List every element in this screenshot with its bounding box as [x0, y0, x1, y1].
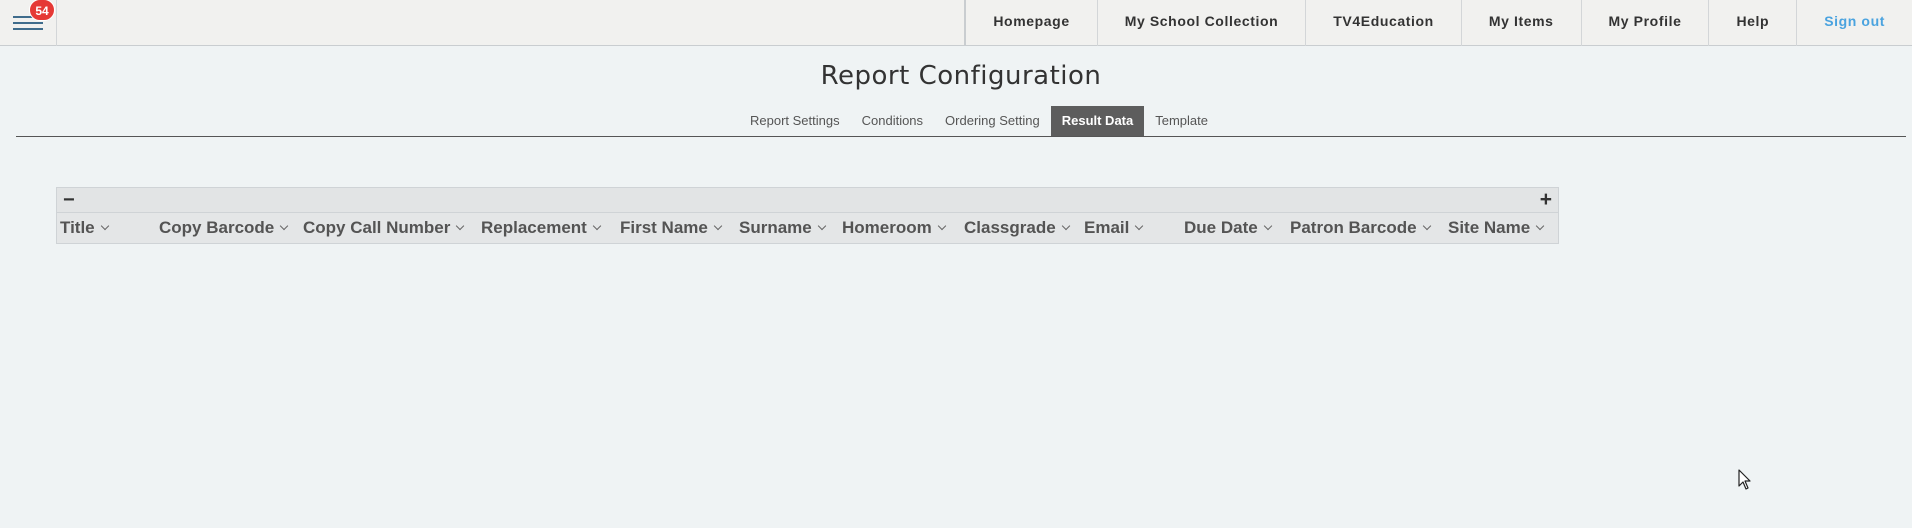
column-label: Title [60, 218, 95, 237]
chevron-down-icon [1263, 221, 1272, 231]
nav-tv4education[interactable]: TV4Education [1305, 0, 1461, 46]
column-header-copy-call-number[interactable]: Copy Call Number [303, 213, 465, 243]
column-label: Replacement [481, 218, 587, 237]
column-label: Copy Call Number [303, 218, 451, 237]
menu-button[interactable]: 54 [0, 0, 57, 46]
nav-homepage[interactable]: Homepage [966, 0, 1096, 46]
tab-conditions[interactable]: Conditions [851, 106, 934, 136]
chevron-down-icon [1061, 221, 1070, 231]
tab-result-data[interactable]: Result Data [1050, 106, 1145, 136]
chevron-down-icon [713, 221, 723, 231]
column-header-surname[interactable]: Surname [739, 213, 826, 243]
column-label: Surname [739, 218, 812, 237]
tab-template[interactable]: Template [1144, 106, 1219, 136]
chevron-down-icon [1535, 221, 1545, 231]
tab-bar: Report Settings Conditions Ordering Sett… [16, 106, 1906, 137]
nav-help[interactable]: Help [1708, 0, 1796, 46]
column-header-replacement[interactable]: Replacement [481, 213, 602, 243]
top-bar: 54 Homepage My School Collection TV4Educ… [0, 0, 1912, 46]
grid-header-row: Title Copy Barcode Copy Call Number Repl… [57, 213, 1558, 243]
column-header-patron-barcode[interactable]: Patron Barcode [1290, 213, 1431, 243]
chevron-down-icon [1135, 221, 1144, 231]
tab-ordering-setting[interactable]: Ordering Setting [934, 106, 1051, 136]
column-header-site-name[interactable]: Site Name [1448, 213, 1545, 243]
column-header-first-name[interactable]: First Name [620, 213, 723, 243]
column-header-homeroom[interactable]: Homeroom [842, 213, 946, 243]
column-label: Patron Barcode [1290, 218, 1417, 237]
page-title: Report Configuration [820, 61, 1102, 91]
column-label: First Name [620, 218, 708, 237]
mouse-cursor-icon [1738, 469, 1751, 490]
column-label: Copy Barcode [159, 218, 275, 237]
column-header-copy-barcode[interactable]: Copy Barcode [159, 213, 289, 243]
expand-icon[interactable]: + [1540, 189, 1552, 210]
chevron-down-icon [100, 221, 109, 231]
column-label: Classgrade [964, 218, 1056, 237]
chevron-down-icon [1422, 221, 1431, 231]
notification-badge: 54 [29, 0, 55, 21]
chevron-down-icon [280, 221, 289, 231]
collapse-icon[interactable]: − [63, 190, 75, 210]
column-label: Email [1084, 218, 1130, 237]
column-label: Due Date [1184, 218, 1258, 237]
nav-my-school-collection[interactable]: My School Collection [1096, 0, 1306, 46]
chevron-down-icon [592, 221, 602, 231]
nav-sign-out[interactable]: Sign out [1796, 0, 1912, 46]
nav-my-profile[interactable]: My Profile [1580, 0, 1709, 46]
column-header-title[interactable]: Title [60, 213, 109, 243]
column-header-due-date[interactable]: Due Date [1184, 213, 1272, 243]
tab-report-settings[interactable]: Report Settings [739, 106, 851, 136]
chevron-down-icon [456, 221, 465, 231]
column-label: Homeroom [842, 218, 932, 237]
nav-my-items[interactable]: My Items [1460, 0, 1581, 46]
main-nav: Homepage My School Collection TV4Educati… [964, 0, 1912, 46]
column-label: Site Name [1448, 218, 1531, 237]
result-data-grid: − + Title Copy Barcode Copy Call Number … [56, 187, 1559, 244]
chevron-down-icon [817, 221, 826, 231]
column-header-email[interactable]: Email [1084, 213, 1144, 243]
grid-toolbar: − + [57, 188, 1558, 213]
column-header-classgrade[interactable]: Classgrade [964, 213, 1070, 243]
chevron-down-icon [937, 221, 946, 231]
